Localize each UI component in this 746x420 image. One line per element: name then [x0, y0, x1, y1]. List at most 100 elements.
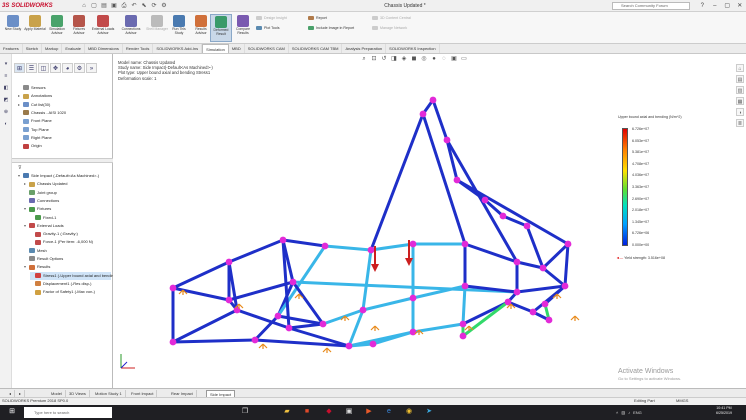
frame-tube[interactable]	[361, 296, 415, 312]
pin-icon[interactable]: ▾	[2, 60, 10, 68]
frame-joint[interactable]	[459, 332, 467, 340]
tab-analysis-preparation[interactable]: Analysis Preparation	[342, 44, 387, 53]
frame-joint[interactable]	[225, 296, 233, 304]
media-icon[interactable]: ▶	[364, 407, 374, 417]
close-icon[interactable]: ✕	[735, 1, 745, 11]
tree-item[interactable]: Gravity-1 (:Gravity:)	[30, 230, 111, 238]
plot-tools-button[interactable]: Plot Tools	[256, 25, 280, 31]
options-gear-icon[interactable]: ⚙	[160, 2, 168, 10]
frame-joint[interactable]	[169, 284, 177, 292]
chrome-icon[interactable]: ◉	[404, 407, 414, 417]
pane-splitter[interactable]	[12, 158, 113, 163]
tree-item[interactable]: Connections	[24, 197, 111, 205]
task-view-icon[interactable]: ❐	[240, 407, 250, 417]
minimize-icon[interactable]: –	[710, 1, 720, 11]
frame-tube[interactable]	[227, 238, 285, 264]
frame-joint[interactable]	[541, 300, 549, 308]
deformed-result-button[interactable]: Deformed Result	[210, 14, 232, 42]
frame-joint[interactable]	[289, 278, 297, 286]
tab-solidworks-add-ins[interactable]: SOLIDWORKS Add-Ins	[153, 44, 203, 53]
frame-joint[interactable]	[461, 240, 469, 248]
tree-item[interactable]: Sensors	[18, 84, 111, 92]
frame-tube[interactable]	[525, 224, 545, 270]
select-icon[interactable]: ⬉	[140, 2, 148, 10]
manage-network-button[interactable]: Manage Network	[372, 25, 407, 31]
tab-mbd[interactable]: MBD	[229, 44, 245, 53]
maximize-icon[interactable]: ▢	[722, 1, 732, 11]
dimxpert-tab-icon[interactable]: ✥	[50, 63, 61, 73]
reference-triad-icon[interactable]	[117, 350, 139, 372]
filter-icon[interactable]: ⊽	[18, 165, 22, 171]
frame-joint[interactable]	[274, 312, 282, 320]
tab-solidworks-cam-tbm[interactable]: SOLIDWORKS CAM TBM	[289, 44, 343, 53]
frame-tube[interactable]	[347, 342, 375, 348]
store-icon[interactable]: ▣	[344, 407, 354, 417]
tab-features[interactable]: Features	[0, 44, 23, 53]
compare-results-button[interactable]: Compare Results	[232, 14, 254, 42]
tab-sketch[interactable]: Sketch	[23, 44, 43, 53]
tree-item[interactable]: ▾ Fixtures	[24, 205, 111, 213]
frame-tube[interactable]	[171, 308, 239, 344]
fixture-marker[interactable]	[258, 343, 268, 349]
frame-joint[interactable]	[225, 258, 233, 266]
frame-joint[interactable]	[409, 294, 417, 302]
apply-material-button[interactable]: Apply Material	[24, 14, 46, 42]
tree-item[interactable]: Stress1 (-Upper bound axial and bending-…	[30, 271, 119, 280]
frame-joint[interactable]	[359, 306, 367, 314]
frame-joint[interactable]	[251, 336, 259, 344]
frame-tube[interactable]	[171, 260, 231, 290]
configuration-tab-icon[interactable]: ◫	[38, 63, 49, 73]
frame-joint[interactable]	[345, 342, 353, 350]
frame-tube[interactable]	[431, 98, 449, 142]
run-study-button[interactable]: Run This Study	[168, 14, 190, 42]
tree-item[interactable]: Front Plane	[18, 117, 111, 125]
dim-expert-icon[interactable]: ⊕	[2, 108, 10, 116]
tab-front-impact[interactable]: Front Impact	[128, 390, 158, 397]
frame-tube[interactable]	[515, 260, 545, 270]
network-tray-icon[interactable]: ▥	[621, 407, 625, 418]
frame-tube[interactable]	[323, 244, 373, 252]
load-arrow-head-icon[interactable]	[371, 264, 379, 272]
frame-joint[interactable]	[419, 110, 427, 118]
frame-tube[interactable]	[506, 300, 535, 314]
design-insight-button[interactable]: Design Insight	[256, 15, 287, 21]
frame-joint[interactable]	[539, 264, 547, 272]
tree-item[interactable]: Displacement1 (-Res disp-)	[30, 280, 111, 288]
tree-item[interactable]: Origin	[18, 142, 111, 150]
new-file-icon[interactable]: ▢	[90, 2, 98, 10]
shell-manager-button[interactable]: Shell Manager	[146, 14, 168, 42]
solidworks-taskbar-icon[interactable]: ◆	[324, 407, 334, 417]
tree-item[interactable]: ▸ Chassis Updated	[24, 180, 111, 188]
fixture-marker[interactable]	[370, 325, 380, 331]
display-tab-icon[interactable]: ◕	[62, 63, 73, 73]
frame-joint[interactable]	[499, 212, 507, 220]
frame-joint[interactable]	[319, 320, 327, 328]
frame-tube[interactable]	[455, 178, 570, 246]
tab-model[interactable]: Model	[48, 390, 66, 397]
tree-item[interactable]: Force-1 (Per item: -6,000 N)	[30, 238, 111, 246]
frame-joint[interactable]	[513, 258, 521, 266]
include-image-button[interactable]: Include Image in Report	[308, 25, 354, 31]
windows-start-icon[interactable]: ⊞	[7, 407, 17, 417]
external-loads-advisor-button[interactable]: External Loads Advisor	[90, 14, 116, 42]
frame-tube[interactable]	[281, 238, 327, 248]
tab-side-impact[interactable]: Side Impact	[206, 390, 236, 397]
taskbar-search-input[interactable]: Type here to search	[24, 407, 112, 418]
tab-markup[interactable]: Markup	[42, 44, 63, 53]
frame-joint[interactable]	[409, 240, 417, 248]
new-study-button[interactable]: New Study	[2, 14, 24, 42]
frame-tube[interactable]	[291, 280, 325, 326]
frame-joint[interactable]	[461, 282, 469, 290]
frame-tube[interactable]	[541, 242, 570, 270]
tree-item[interactable]: Result Options	[24, 255, 111, 263]
tree-item[interactable]: Mesh	[24, 247, 111, 255]
connections-advisor-button[interactable]: Connections Advisor	[118, 14, 144, 42]
frame-joint[interactable]	[564, 240, 572, 248]
feature-tree-icon[interactable]: ≡	[2, 72, 10, 80]
frame-joint[interactable]	[481, 196, 489, 204]
frame-joint[interactable]	[169, 338, 177, 346]
tree-item[interactable]: Fixed-1	[30, 214, 111, 222]
feature-manager-tab-icon[interactable]: ⊞	[14, 63, 25, 73]
frame-tube[interactable]	[369, 112, 425, 252]
print-icon[interactable]: ⎙	[120, 2, 128, 10]
